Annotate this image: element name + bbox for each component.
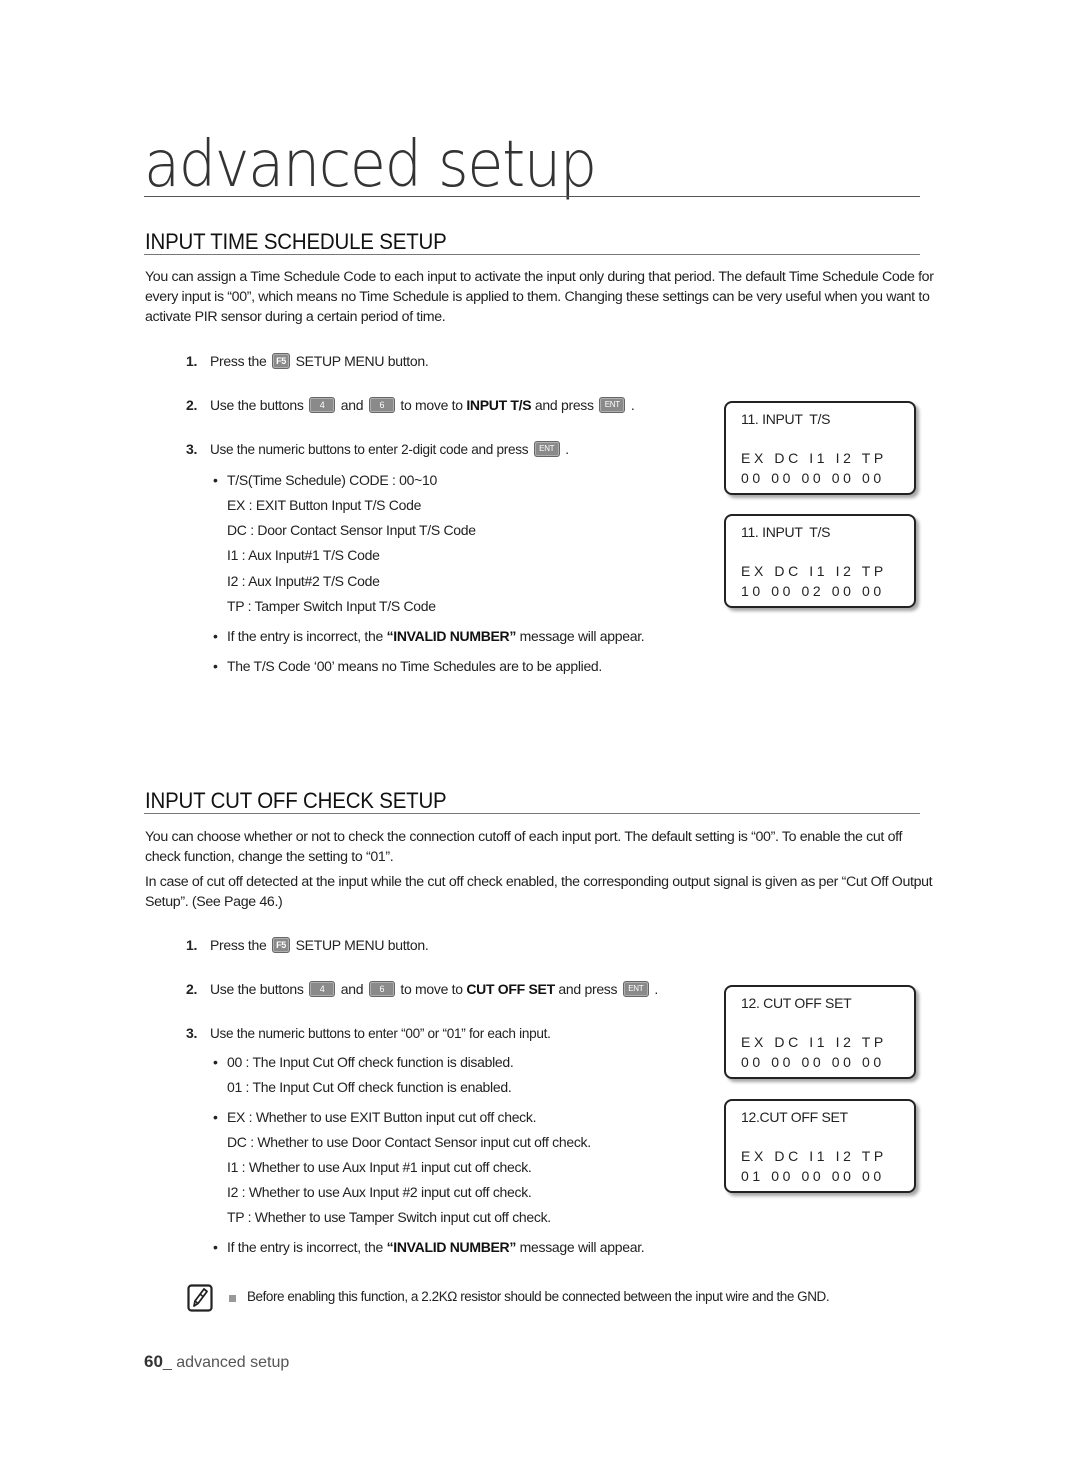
step-text: Press the	[210, 937, 271, 953]
note-text: message will appear.	[516, 628, 645, 644]
ts-invalid-note: • If the entry is incorrect, the “INVALID…	[213, 628, 645, 644]
menu-target: INPUT T/S	[466, 397, 532, 413]
note-bullet-square-icon	[229, 1295, 236, 1302]
co-input-i2: I2 : Whether to use Aux Input #2 input c…	[227, 1184, 532, 1200]
f5-key-icon: F5	[272, 937, 291, 954]
menu-target: CUT OFF SET	[466, 981, 555, 997]
co-step-3: 3. Use the numeric buttons to enter “00” …	[186, 1023, 551, 1044]
section-divider	[144, 254, 920, 255]
setting-text: 00 : The Input Cut Off check function is…	[227, 1054, 514, 1070]
lcd-values: 00 00 00 00 00	[741, 1054, 885, 1070]
step-text: .	[561, 442, 569, 457]
co-input-ex: • EX : Whether to use EXIT Button input c…	[213, 1109, 537, 1125]
step-text: to move to	[396, 397, 467, 413]
lcd-labels: EX DC I1 I2 TP	[741, 1148, 887, 1164]
section-divider	[144, 813, 920, 814]
section-heading-time-schedule: INPUT TIME SCHEDULE SETUP	[145, 229, 447, 254]
lcd-display-co-default: 12. CUT OFF SET EX DC I1 I2 TP 00 00 00 …	[724, 985, 916, 1079]
f5-key-icon: F5	[272, 353, 291, 370]
step-text: .	[627, 397, 635, 413]
note-text: message will appear.	[516, 1239, 645, 1255]
co-invalid-note: • If the entry is incorrect, the “INVALID…	[213, 1239, 645, 1255]
step-text: Use the buttons	[210, 981, 308, 997]
co-input-tp: TP : Whether to use Tamper Switch input …	[227, 1209, 551, 1225]
key-6-icon: 6	[368, 981, 395, 998]
co-step-2: 2. Use the buttons 4 and 6 to move to CUT…	[186, 979, 658, 999]
step-number: 2.	[186, 397, 198, 413]
note-text: If the entry is incorrect, the	[227, 1239, 387, 1255]
step-text: Use the buttons	[210, 397, 308, 413]
key-6-icon: 6	[368, 397, 395, 414]
lcd-labels: EX DC I1 I2 TP	[741, 563, 887, 579]
step-text: Press the	[210, 353, 271, 369]
step-text: SETUP MENU button.	[292, 937, 429, 953]
ent-key-icon: ENT	[622, 981, 649, 998]
co-setting-00: • 00 : The Input Cut Off check function i…	[213, 1054, 514, 1070]
invalid-message: “INVALID NUMBER”	[386, 1239, 517, 1255]
lcd-title: 11. INPUT T/S	[741, 411, 831, 427]
ent-key-icon: ENT	[533, 441, 560, 458]
ts-code-ex: EX : EXIT Button Input T/S Code	[227, 497, 422, 513]
lcd-display-ts-example: 11. INPUT T/S EX DC I1 I2 TP 10 00 02 00…	[724, 514, 916, 608]
ent-key-icon: ENT	[599, 397, 626, 414]
section-heading-cut-off: INPUT CUT OFF CHECK SETUP	[145, 788, 447, 813]
footer-separator: _	[162, 1354, 172, 1371]
page-number: 60	[144, 1352, 163, 1371]
key-4-icon: 4	[309, 397, 336, 414]
step-text: and press	[554, 981, 621, 997]
step-number: 1.	[186, 937, 198, 953]
co-input-dc: DC : Whether to use Door Contact Sensor …	[227, 1134, 591, 1150]
co-input-i1: I1 : Whether to use Aux Input #1 input c…	[227, 1159, 532, 1175]
step-number: 3.	[186, 1025, 198, 1041]
lcd-title: 12.CUT OFF SET	[741, 1109, 848, 1125]
step-text: and	[337, 981, 367, 997]
cut-off-intro-2: In case of cut off detected at the input…	[145, 874, 933, 910]
time-schedule-intro: You can assign a Time Schedule Code to e…	[145, 269, 934, 325]
lcd-display-ts-default: 11. INPUT T/S EX DC I1 I2 TP 00 00 00 00…	[724, 401, 916, 495]
note-text: The T/S Code ‘00’ means no Time Schedule…	[227, 658, 603, 674]
step-text: to move to	[396, 981, 467, 997]
ts-step-3: 3. Use the numeric buttons to enter 2-dig…	[186, 439, 569, 460]
note-text: If the entry is incorrect, the	[227, 628, 387, 644]
step-text: Use the numeric buttons to enter 2-digit…	[210, 442, 532, 457]
ts-code-tp: TP : Tamper Switch Input T/S Code	[227, 598, 436, 614]
lcd-labels: EX DC I1 I2 TP	[741, 450, 887, 466]
ts-code-i1: I1 : Aux Input#1 T/S Code	[227, 547, 380, 563]
note-pencil-icon	[187, 1284, 213, 1312]
invalid-message: “INVALID NUMBER”	[386, 628, 517, 644]
page-title: advanced setup	[144, 128, 597, 202]
ts-code-dc: DC : Door Contact Sensor Input T/S Code	[227, 522, 476, 538]
lcd-display-co-example: 12.CUT OFF SET EX DC I1 I2 TP 01 00 00 0…	[724, 1099, 916, 1193]
ts-code-range: • T/S(Time Schedule) CODE : 00~10	[213, 472, 437, 488]
resistor-note: Before enabling this function, a 2.2KΩ r…	[247, 1289, 830, 1304]
step-text: and press	[531, 397, 598, 413]
co-step-1: 1. Press the F5 SETUP MENU button.	[186, 935, 429, 955]
ts-code-i2: I2 : Aux Input#2 T/S Code	[227, 573, 380, 589]
step-text: and	[337, 397, 367, 413]
ts-zero-note: • The T/S Code ‘00’ means no Time Schedul…	[213, 658, 603, 674]
lcd-values: 10 00 02 00 00	[741, 583, 885, 599]
cut-off-intro-1: You can choose whether or not to check t…	[145, 829, 903, 865]
step-text: .	[650, 981, 658, 997]
ts-step-1: 1. Press the F5 SETUP MENU button.	[186, 351, 429, 371]
key-4-icon: 4	[309, 981, 336, 998]
lcd-labels: EX DC I1 I2 TP	[741, 1034, 887, 1050]
step-text: Use the numeric buttons to enter “00” or…	[210, 1026, 551, 1041]
lcd-title: 11. INPUT T/S	[741, 524, 831, 540]
page-footer: 60_ advanced setup	[144, 1352, 289, 1372]
code-range-text: T/S(Time Schedule) CODE : 00~10	[227, 472, 437, 488]
ts-step-2: 2. Use the buttons 4 and 6 to move to INP…	[186, 395, 635, 415]
input-text: EX : Whether to use EXIT Button input cu…	[227, 1109, 537, 1125]
step-number: 2.	[186, 981, 198, 997]
step-text: SETUP MENU button.	[292, 353, 429, 369]
lcd-values: 00 00 00 00 00	[741, 470, 885, 486]
lcd-title: 12. CUT OFF SET	[741, 995, 852, 1011]
step-number: 1.	[186, 353, 198, 369]
step-number: 3.	[186, 441, 198, 457]
title-divider	[144, 196, 920, 197]
footer-label: advanced setup	[171, 1354, 290, 1371]
co-setting-01: 01 : The Input Cut Off check function is…	[227, 1079, 512, 1095]
lcd-values: 01 00 00 00 00	[741, 1168, 885, 1184]
